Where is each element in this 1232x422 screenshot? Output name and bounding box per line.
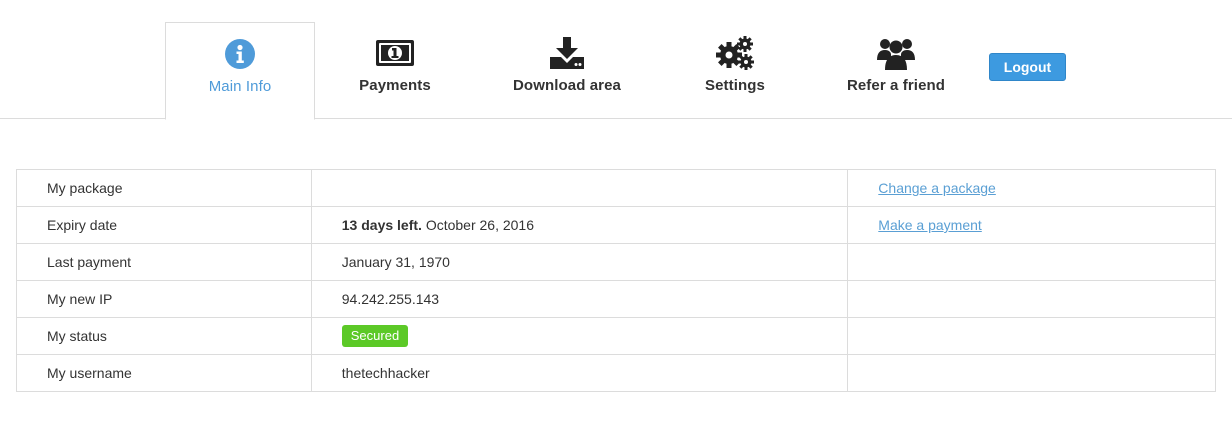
row-value: January 31, 1970: [310, 243, 849, 281]
row-action: [847, 317, 1216, 355]
row-label: Last payment: [16, 243, 312, 281]
row-label: Expiry date: [16, 206, 312, 244]
status-badge: Secured: [341, 325, 409, 347]
tab-label: Refer a friend: [846, 77, 946, 94]
row-action: [847, 280, 1216, 318]
gears-icon: [716, 36, 754, 70]
row-value: Secured: [310, 317, 849, 355]
info-circle-icon: [225, 37, 255, 71]
table-row: Expiry date 13 days left. October 26, 20…: [16, 206, 1216, 244]
table-row: My username thetechhacker: [16, 354, 1216, 392]
tab-payments[interactable]: Payments: [345, 22, 445, 119]
row-label: My new IP: [16, 280, 312, 318]
row-value: 13 days left. October 26, 2016: [310, 206, 849, 244]
tab-label: Download area: [513, 77, 621, 94]
row-label: My package: [16, 169, 312, 207]
row-action: [847, 243, 1216, 281]
table-row: My package Change a package: [16, 169, 1216, 207]
tab-refer-a-friend[interactable]: Refer a friend: [840, 22, 952, 119]
row-value: thetechhacker: [310, 354, 849, 392]
change-package-link[interactable]: Change a package: [878, 180, 996, 196]
table-row: Last payment January 31, 1970: [16, 243, 1216, 281]
users-icon: [877, 36, 915, 70]
money-bill-icon: [376, 36, 414, 70]
row-action: [847, 354, 1216, 392]
row-label: My username: [16, 354, 312, 392]
top-navigation: Main Info Payments Download area Setting…: [0, 0, 1232, 120]
account-info-table: My package Change a package Expiry date …: [16, 169, 1216, 392]
make-payment-link[interactable]: Make a payment: [878, 217, 982, 233]
tab-label: Payments: [359, 77, 431, 94]
row-value: 94.242.255.143: [310, 280, 849, 318]
tab-label: Settings: [705, 77, 765, 94]
tab-settings[interactable]: Settings: [690, 22, 780, 119]
row-value: [310, 169, 849, 207]
table-row: My new IP 94.242.255.143: [16, 280, 1216, 318]
days-left-text: 13 days left.: [341, 217, 422, 233]
row-action: Make a payment: [847, 206, 1216, 244]
download-icon: [550, 36, 584, 70]
expiry-date-text: October 26, 2016: [425, 217, 534, 233]
row-action: Change a package: [847, 169, 1216, 207]
tab-main-info[interactable]: Main Info: [165, 22, 315, 120]
tab-download-area[interactable]: Download area: [507, 22, 627, 119]
table-row: My status Secured: [16, 317, 1216, 355]
logout-button[interactable]: Logout: [989, 53, 1066, 81]
row-label: My status: [16, 317, 312, 355]
tab-label: Main Info: [208, 78, 272, 95]
